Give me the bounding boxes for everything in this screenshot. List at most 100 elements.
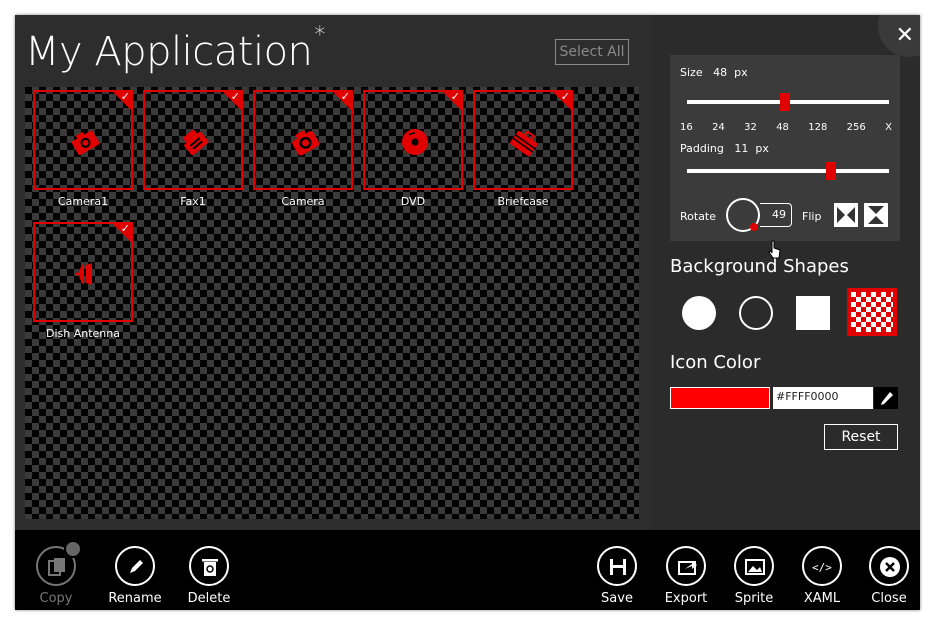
color-swatch[interactable] [670,387,770,409]
icon-canvas: ✓ Camera1 ✓ Fax1 ✓ Camera ✓ DVD ✓ Briefc… [25,87,639,519]
flip-label: Flip [802,210,822,223]
sprite-button[interactable]: Sprite [724,546,784,606]
size-tick[interactable]: 24 [712,122,725,133]
copy-button[interactable]: Copy [26,540,86,606]
selected-check-icon: ✓ [111,222,133,244]
selected-check-icon: ✓ [111,90,133,112]
size-slider-thumb[interactable] [780,93,790,111]
dvd-icon [402,129,428,155]
delete-button-ring [189,546,229,586]
icon-tile-label: DVD [400,195,426,208]
rotate-dial-handle[interactable] [750,223,758,231]
padding-unit: px [755,142,769,155]
xaml-label: XAML [803,591,841,606]
close-icon[interactable]: ✕ [896,23,914,48]
padding-slider-track[interactable] [687,169,889,173]
fax-icon [182,129,209,156]
save-icon [610,559,626,575]
size-tick[interactable]: 16 [680,122,693,133]
save-button-ring [597,546,637,586]
app-title-text: My Application [25,29,313,75]
sprite-label: Sprite [734,591,774,606]
reset-button[interactable]: Reset [824,424,898,450]
briefcase-icon [510,130,538,157]
size-label: Size [680,66,703,79]
shape-square-option[interactable] [796,296,830,330]
icon-tile-frame: ✓ [33,222,133,322]
settings-pane: ✕ Size 48 px 16 24 32 48 128 256 X Paddi… [650,15,920,530]
size-tick[interactable]: 48 [776,122,789,133]
export-icon [678,561,697,575]
code-icon: </> [812,561,832,574]
xaml-button-ring: </> [802,546,842,586]
app-bar: Copy Rename Delete Save Export Sprite </… [15,530,920,610]
size-tick-custom[interactable]: X [885,122,892,133]
icon-tile[interactable]: ✓ Camera [253,90,353,208]
copy-button-ring [36,540,82,586]
icon-tile-label: Camera1 [57,195,109,208]
shape-none-option-selected[interactable] [847,288,897,336]
icon-tile[interactable]: ✓ DVD [363,90,463,208]
size-label-row: Size 48 px [680,66,748,79]
selected-check-icon: ✓ [221,90,243,112]
dish-antenna-icon [76,263,92,285]
svg-text:</>: </> [812,561,832,574]
padding-label: Padding [680,142,724,155]
delete-label: Delete [187,591,231,606]
size-value: 48 [713,66,728,79]
eyedropper-button[interactable] [874,387,898,409]
icon-tile[interactable]: ✓ Camera1 [33,90,133,208]
padding-slider-thumb[interactable] [826,162,836,180]
size-unit: px [734,66,748,79]
export-button[interactable]: Export [656,546,716,606]
select-all-button[interactable]: Select All [555,39,629,65]
background-shapes-title: Background Shapes [670,256,849,277]
camera-icon [292,129,320,156]
save-button[interactable]: Save [587,546,647,606]
image-icon [745,559,765,575]
icon-tile[interactable]: ✓ Dish Antenna [33,222,133,340]
icon-tile[interactable]: ✓ Fax1 [143,90,243,208]
icon-tile-frame: ✓ [143,90,243,190]
gear-icon [64,540,82,558]
rename-button[interactable]: Rename [105,546,165,606]
padding-value: 11 [734,142,749,155]
size-tick[interactable]: 32 [744,122,757,133]
shape-outline-circle-option[interactable] [739,296,773,330]
flip-horizontal-button[interactable] [834,203,858,227]
size-tick[interactable]: 256 [847,122,866,133]
icon-tile-label: Dish Antenna [46,327,120,340]
selected-check-icon: ✓ [331,90,353,112]
page-title: My Application * [25,23,325,75]
icon-tile-frame: ✓ [363,90,463,190]
save-label: Save [601,591,633,606]
rename-label: Rename [108,591,162,606]
delete-button[interactable]: Delete [179,546,239,606]
export-label: Export [664,591,708,606]
icon-tile-label: Camera [281,195,325,208]
rotate-value[interactable]: 49 [760,203,792,227]
recycle-bin-icon [202,559,218,576]
color-hex-input[interactable]: #FFFF0000 [773,387,873,409]
sprite-button-ring [734,546,774,586]
rotate-label: Rotate [680,210,717,223]
icon-tile-frame: ✓ [253,90,353,190]
eyedropper-icon [881,392,893,405]
flip-horizontal-icon [837,207,855,223]
icon-tile-label: Briefcase [497,195,549,208]
icon-workspace: My Application* Select All ✓ Camera1 ✓ [15,15,650,530]
close-app-button[interactable]: Close [859,546,919,606]
selected-check-icon: ✓ [551,90,573,112]
shape-filled-circle-option[interactable] [682,296,716,330]
icon-tile[interactable]: ✓ Briefcase [473,90,573,208]
flip-vertical-button[interactable] [864,203,888,227]
modified-marker: * [314,23,325,48]
size-tick[interactable]: 128 [808,122,827,133]
rename-button-ring [115,546,155,586]
close-circle-icon [880,557,900,577]
xaml-button[interactable]: </> XAML [792,546,852,606]
size-settings-panel: Size 48 px 16 24 32 48 128 256 X Padding… [670,55,900,241]
icon-color-title: Icon Color [670,352,761,373]
camera1-icon [71,130,100,156]
selected-check-icon: ✓ [441,90,463,112]
